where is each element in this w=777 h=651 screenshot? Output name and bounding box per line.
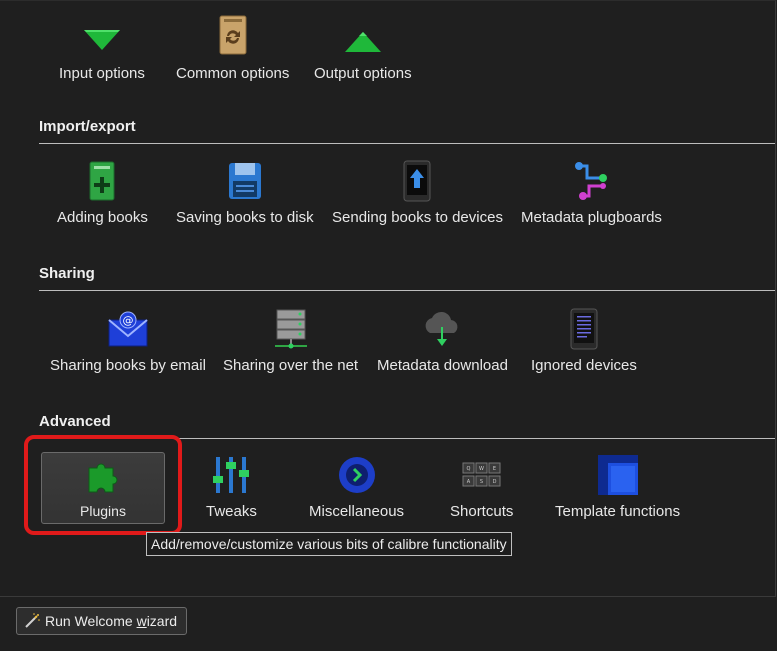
add-book-icon [86,159,118,203]
item-label: Shortcuts [450,503,514,520]
svg-text:W: W [479,466,484,472]
section-title-sharing: Sharing [39,265,95,282]
svg-text:S: S [480,479,483,485]
item-label: Sharing over the net [223,357,359,374]
highlight-box [24,435,182,535]
svg-text:@: @ [122,314,133,327]
section-divider [39,143,775,144]
ereader-icon [569,307,599,351]
svg-text:D: D [492,479,496,485]
plugins-tooltip: Add/remove/customize various bits of cal… [146,532,512,556]
cloud-download-icon [420,307,464,351]
server-icon [273,307,309,351]
item-label: Input options [59,65,145,82]
metadata-plugboards-item[interactable]: Metadata plugboards [521,159,662,226]
run-welcome-wizard-button[interactable]: Run Welcome wizard [16,607,187,635]
item-label: Metadata plugboards [521,209,662,226]
item-label: Adding books [57,209,148,226]
item-label: Miscellaneous [309,503,405,520]
floppy-disk-icon [227,159,263,203]
shortcuts-item[interactable]: Q W E A S D Shortcuts [450,453,513,520]
section-title-advanced: Advanced [39,413,111,430]
book-refresh-icon [217,11,249,59]
item-label: Sharing books by email [50,357,206,374]
green-down-triangle-icon [80,15,124,59]
common-options-item[interactable]: Common options [176,11,289,82]
input-options-item[interactable]: Input options [59,15,145,82]
preferences-panel: Input options Common options Output opti… [0,0,776,597]
ignored-devices-item[interactable]: Ignored devices [531,307,637,374]
item-label: Metadata download [377,357,508,374]
item-label: Sending books to devices [332,209,503,226]
plugboard-icon [571,159,611,203]
item-label: Template functions [555,503,681,520]
item-label: Saving books to disk [176,209,314,226]
device-upload-icon [402,159,432,203]
green-up-triangle-icon [341,15,385,59]
section-title-import-export: Import/export [39,118,136,135]
sharing-net-item[interactable]: Sharing over the net [223,307,358,374]
item-label: Ignored devices [531,357,637,374]
miscellaneous-item[interactable]: Miscellaneous [309,453,404,520]
section-divider [39,290,775,291]
magic-wand-icon [23,612,41,630]
wizard-button-label: Run Welcome wizard [45,613,178,629]
email-envelope-icon: @ [107,307,149,351]
template-layout-icon [597,453,639,497]
svg-text:E: E [493,466,496,472]
template-functions-item[interactable]: Template functions [555,453,680,520]
tweaks-item[interactable]: Tweaks [206,453,257,520]
saving-books-item[interactable]: Saving books to disk [176,159,314,226]
blue-chevron-circle-icon [337,453,377,497]
output-options-item[interactable]: Output options [314,15,412,82]
sending-books-item[interactable]: Sending books to devices [332,159,503,226]
sliders-icon [210,453,252,497]
keyboard-keys-icon: Q W E A S D [461,453,503,497]
item-label: Common options [176,65,290,82]
item-label: Output options [314,65,412,82]
svg-text:A: A [466,479,470,485]
adding-books-item[interactable]: Adding books [57,159,148,226]
sharing-email-item[interactable]: @ Sharing books by email [50,307,206,374]
svg-text:Q: Q [466,466,470,472]
item-label: Tweaks [206,503,257,520]
metadata-download-item[interactable]: Metadata download [377,307,508,374]
